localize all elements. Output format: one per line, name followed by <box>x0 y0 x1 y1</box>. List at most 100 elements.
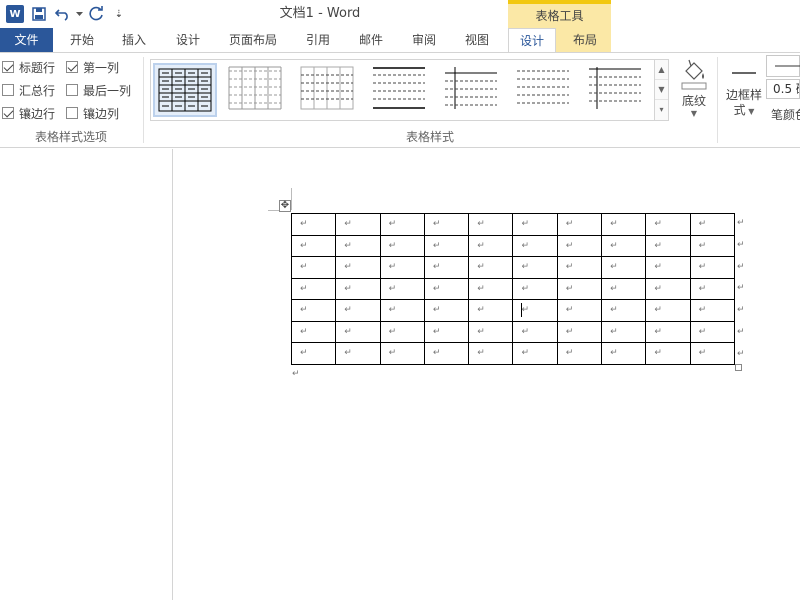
tab-design[interactable]: 设计 <box>164 28 212 52</box>
table-cell[interactable]: ↵ <box>645 256 691 279</box>
table-cell[interactable]: ↵ <box>379 234 425 257</box>
table-cell[interactable]: ↵ <box>556 256 603 279</box>
table-cell[interactable]: ↵ <box>335 234 381 257</box>
table-cell[interactable]: ↵ <box>601 256 647 279</box>
table-resize-handle[interactable] <box>735 364 742 371</box>
banded-rows-option[interactable]: 镶边行 <box>2 103 55 123</box>
table-cell[interactable]: ↵ <box>423 256 470 279</box>
banded-rows-checkbox[interactable] <box>2 107 14 119</box>
undo-dropdown-icon[interactable] <box>74 0 84 28</box>
table-cell[interactable]: ↵ <box>468 299 514 322</box>
table-cell[interactable]: ↵ <box>689 213 735 236</box>
table-style-plain-1[interactable] <box>225 63 289 117</box>
tab-page-layout[interactable]: 页面布局 <box>220 28 286 52</box>
tab-insert[interactable]: 插入 <box>110 28 158 52</box>
table-cell[interactable]: ↵ <box>601 342 647 365</box>
table-cell[interactable]: ↵ <box>379 342 425 365</box>
gallery-scroll-down-icon[interactable]: ▼ <box>655 80 668 100</box>
table-cell[interactable]: ↵ <box>468 342 514 365</box>
table-cell[interactable]: ↵ <box>290 299 337 322</box>
table-cell[interactable]: ↵ <box>379 299 425 322</box>
table-cell[interactable]: ↵ <box>512 213 558 236</box>
pen-color-button[interactable]: 笔颜色 <box>768 105 800 123</box>
table-cell[interactable]: ↵ <box>379 256 425 279</box>
tab-table-design[interactable]: 设计 <box>508 28 556 53</box>
table-cell[interactable]: ↵ <box>335 256 381 279</box>
tab-review[interactable]: 审阅 <box>400 28 448 52</box>
table-cell[interactable]: ↵ <box>423 277 470 300</box>
table-cell[interactable]: ↵ <box>290 342 337 365</box>
last-column-checkbox[interactable] <box>66 84 78 96</box>
table-move-handle-icon[interactable]: ✥ <box>279 200 291 212</box>
table-cell[interactable]: ↵ <box>645 342 691 365</box>
table-cell[interactable]: ↵ <box>335 277 381 300</box>
first-column-checkbox[interactable] <box>66 61 78 73</box>
table-cell[interactable]: ↵ <box>335 342 381 365</box>
table-cell[interactable]: ↵ <box>601 234 647 257</box>
header-row-checkbox[interactable] <box>2 61 14 73</box>
gallery-scroll-up-icon[interactable]: ▲ <box>655 60 668 80</box>
table-style-plain-4[interactable] <box>441 63 505 117</box>
table-cell[interactable]: ↵ <box>645 277 691 300</box>
tab-mailings[interactable]: 邮件 <box>347 28 395 52</box>
save-icon[interactable] <box>26 0 52 28</box>
table-cell[interactable]: ↵ <box>379 213 425 236</box>
table-cell[interactable]: ↵ <box>689 320 735 343</box>
table-cell[interactable]: ↵ <box>645 320 691 343</box>
table-cell[interactable]: ↵ <box>335 320 381 343</box>
table-cell[interactable]: ↵ <box>468 213 514 236</box>
tab-view[interactable]: 视图 <box>453 28 501 52</box>
table-cell[interactable]: ↵ <box>468 320 514 343</box>
table-cell[interactable]: ↵ <box>689 299 735 322</box>
table-style-plain-3[interactable] <box>369 63 433 117</box>
table-cell[interactable]: ↵ <box>335 213 381 236</box>
gallery-scrollbar[interactable]: ▲ ▼ ▾ <box>654 60 668 120</box>
table-cell[interactable]: ↵ <box>512 320 558 343</box>
table-cell[interactable]: ↵ <box>512 234 558 257</box>
table-cell[interactable]: ↵ <box>601 299 647 322</box>
table-style-plain-6[interactable] <box>585 63 649 117</box>
table-cell[interactable]: ↵ <box>468 277 514 300</box>
table-cell[interactable]: ↵ <box>645 234 691 257</box>
table-cell[interactable]: ↵ <box>689 234 735 257</box>
table-cell[interactable]: ↵ <box>556 213 603 236</box>
table-cell[interactable]: ↵ <box>556 299 603 322</box>
table-cell[interactable]: ↵ <box>468 256 514 279</box>
table-cell[interactable]: ↵ <box>689 342 735 365</box>
table-cell[interactable]: ↵ <box>556 342 603 365</box>
table-cell[interactable]: ↵ <box>290 256 337 279</box>
banded-columns-checkbox[interactable] <box>66 107 78 119</box>
table-style-plain-5[interactable] <box>513 63 577 117</box>
table-cell[interactable]: ↵ <box>290 213 337 236</box>
table-cell[interactable]: ↵ <box>512 342 558 365</box>
last-column-option[interactable]: 最后一列 <box>66 80 131 100</box>
table-cell[interactable]: ↵ <box>290 320 337 343</box>
shading-button[interactable]: 底纹 ▼ <box>674 57 714 127</box>
table-cell[interactable]: ↵ <box>556 234 603 257</box>
tab-file[interactable]: 文件 <box>0 28 53 52</box>
table-cell[interactable]: ↵ <box>423 234 470 257</box>
table-cell[interactable]: ↵ <box>512 277 558 300</box>
table-cell[interactable]: ↵ <box>423 299 470 322</box>
table-cell[interactable]: ↵ <box>512 256 558 279</box>
table-cell[interactable]: ↵ <box>556 277 603 300</box>
table-cell[interactable]: ↵ <box>556 320 603 343</box>
table-cell[interactable]: ↵ <box>645 299 691 322</box>
table-cell[interactable]: ↵ <box>379 320 425 343</box>
table-cell[interactable]: ↵ <box>601 213 647 236</box>
undo-icon[interactable] <box>52 0 74 28</box>
table-cell[interactable]: ↵ <box>512 299 558 322</box>
tab-references[interactable]: 引用 <box>294 28 342 52</box>
table-cell[interactable]: ↵ <box>601 277 647 300</box>
table-cell[interactable]: ↵ <box>645 213 691 236</box>
redo-icon[interactable] <box>84 0 110 28</box>
table-cell[interactable]: ↵ <box>689 277 735 300</box>
tab-table-layout[interactable]: 布局 <box>560 28 610 52</box>
table-cell[interactable]: ↵ <box>423 342 470 365</box>
first-column-option[interactable]: 第一列 <box>66 57 119 77</box>
banded-columns-option[interactable]: 镶边列 <box>66 103 119 123</box>
line-weight-select[interactable]: 0.5 磅 <box>766 79 800 99</box>
table-cell[interactable]: ↵ <box>290 234 337 257</box>
table-cell[interactable]: ↵ <box>423 213 470 236</box>
customize-qat-icon[interactable]: ⇣ <box>110 0 128 28</box>
